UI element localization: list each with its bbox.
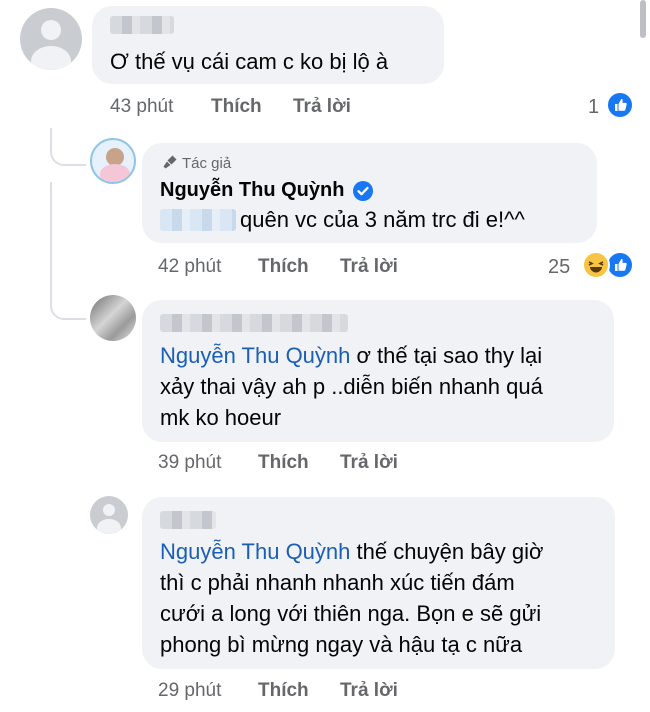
like-action[interactable]: Thích <box>258 680 309 702</box>
like-action[interactable]: Thích <box>258 452 309 474</box>
reply-action[interactable]: Trả lời <box>340 256 398 278</box>
reply-action[interactable]: Trả lời <box>340 452 398 474</box>
like-icon <box>606 91 634 119</box>
scrollbar[interactable] <box>640 0 646 38</box>
author-name[interactable]: Nguyễn Thu Quỳnh <box>160 179 344 202</box>
author-comment-bubble: Tác giả Nguyễn Thu Quỳnh quên vc của 3 n… <box>142 143 597 243</box>
mention-link[interactable]: Nguyễn Thu Quỳnh <box>160 539 350 564</box>
blurred-commenter-name <box>160 511 216 529</box>
verified-badge-icon <box>353 181 373 201</box>
comment-text-line: xảy thai vậy ah p ..diễn biến nhanh quá <box>160 374 543 399</box>
comment-bubble: Nguyễn Thu Quỳnh ơ thế tại sao thy lại x… <box>142 300 614 442</box>
haha-icon <box>582 251 610 279</box>
reply-action[interactable]: Trả lời <box>340 680 398 702</box>
like-icon <box>606 251 634 279</box>
mention-link[interactable]: Nguyễn Thu Quỳnh <box>160 343 350 368</box>
commenter-avatar[interactable] <box>90 496 128 534</box>
comment-text-line: cưới a long với thiên nga. Bọn e sẽ gửi <box>160 601 542 626</box>
blurred-mention <box>160 209 236 231</box>
comment-time[interactable]: 43 phút <box>110 96 173 118</box>
thread-line <box>50 282 86 320</box>
comment-text-line: thì c phải nhanh nhanh xúc tiến đám <box>160 570 515 595</box>
comment-text: quên vc của 3 năm trc đi e!^^ <box>240 207 525 232</box>
comment-text: Nguyễn Thu Quỳnh ơ thế tại sao thy lại <box>160 343 543 368</box>
blurred-commenter-name <box>110 16 174 34</box>
blurred-commenter-name <box>160 314 348 332</box>
author-avatar[interactable] <box>90 138 136 184</box>
microphone-icon <box>162 154 178 170</box>
comment-time[interactable]: 39 phút <box>158 452 221 474</box>
comment-text: Ơ thế vụ cái cam c ko bị lộ à <box>110 49 389 74</box>
comment-text-line: mk ko hoeur <box>160 405 282 430</box>
like-action[interactable]: Thích <box>258 256 309 278</box>
comment-bubble: Nguyễn Thu Quỳnh thế chuyện bây giờ thì … <box>142 497 615 669</box>
thread-line <box>50 128 86 166</box>
comment-time[interactable]: 42 phút <box>158 256 221 278</box>
comment-time[interactable]: 29 phút <box>158 680 221 702</box>
reaction-count[interactable]: 25 <box>548 256 570 279</box>
reply-action[interactable]: Trả lời <box>293 96 351 118</box>
like-action[interactable]: Thích <box>211 96 262 118</box>
comment-text: Nguyễn Thu Quỳnh thế chuyện bây giờ <box>160 539 544 564</box>
reaction-count[interactable]: 1 <box>588 96 599 119</box>
thread-line <box>50 182 52 282</box>
comment-text-line: phong bì mừng ngay và hậu tạ c nữa <box>160 632 523 657</box>
author-label: Tác giả <box>182 155 232 172</box>
comment-bubble: Ơ thế vụ cái cam c ko bị lộ à <box>92 6 444 84</box>
commenter-avatar[interactable] <box>20 8 82 70</box>
commenter-avatar[interactable] <box>90 295 136 341</box>
